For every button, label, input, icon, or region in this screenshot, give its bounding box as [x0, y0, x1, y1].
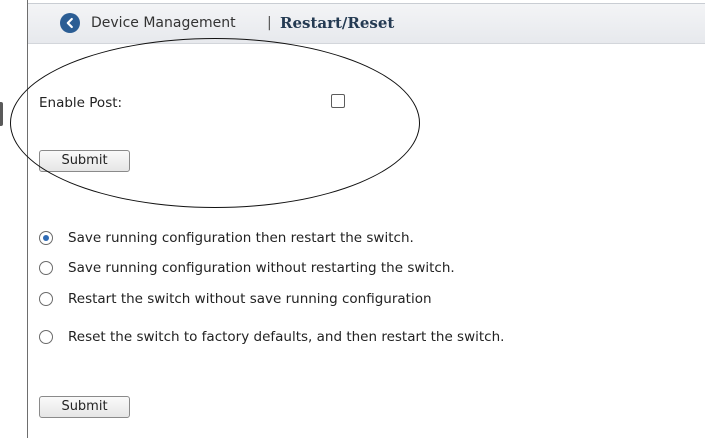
page-header: Device Management | Restart/Reset — [28, 3, 705, 44]
post-submit-button[interactable]: Submit — [39, 150, 130, 172]
radio-label: Restart the switch without save running … — [68, 291, 432, 307]
page-title: Restart/Reset — [280, 14, 395, 32]
restart-submit-button[interactable]: Submit — [39, 396, 130, 418]
annotation-ellipse — [10, 38, 420, 208]
chevron-left-icon — [66, 17, 73, 29]
radio-option-save-restart[interactable]: Save running configuration then restart … — [39, 228, 414, 248]
radio-button[interactable] — [39, 330, 53, 344]
panel-resize-handle[interactable] — [0, 102, 3, 126]
breadcrumb-device-management[interactable]: Device Management — [91, 15, 236, 31]
radio-label: Save running configuration without resta… — [68, 260, 455, 276]
radio-label: Save running configuration then restart … — [68, 230, 414, 246]
radio-label: Reset the switch to factory defaults, an… — [68, 329, 505, 345]
radio-option-restart-no-save[interactable]: Restart the switch without save running … — [39, 289, 432, 309]
enable-post-checkbox[interactable] — [331, 94, 345, 108]
radio-option-factory-reset[interactable]: Reset the switch to factory defaults, an… — [39, 327, 504, 347]
radio-button[interactable] — [39, 261, 53, 275]
back-button[interactable] — [60, 13, 80, 33]
enable-post-label: Enable Post: — [39, 95, 123, 111]
radio-button[interactable] — [39, 231, 53, 245]
radio-button[interactable] — [39, 292, 53, 306]
radio-option-save-no-restart[interactable]: Save running configuration without resta… — [39, 258, 455, 278]
left-border — [27, 0, 28, 438]
breadcrumb-separator: | — [267, 15, 272, 31]
